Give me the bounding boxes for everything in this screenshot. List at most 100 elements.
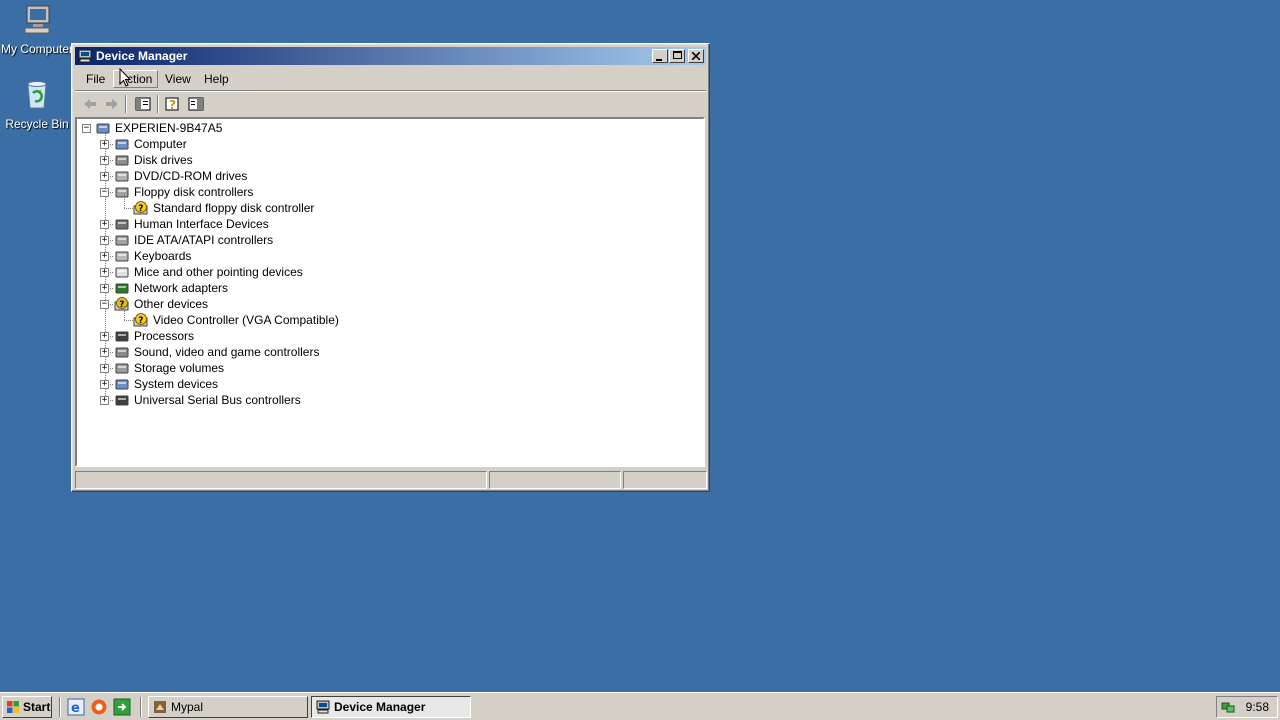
system-tray: 9:58 (1216, 696, 1278, 718)
maximize-button[interactable] (669, 49, 685, 63)
tree-item-label: Network adapters (134, 281, 229, 295)
expand-icon[interactable]: + (100, 364, 109, 373)
back-arrow-icon[interactable] (80, 95, 100, 113)
close-button[interactable] (688, 49, 704, 63)
warning-device-icon: ? (133, 313, 148, 327)
expand-icon[interactable]: + (100, 140, 109, 149)
tree-child-item[interactable]: ? Video Controller (VGA Compatible) (77, 312, 697, 328)
tree-item-label: Sound, video and game controllers (134, 345, 320, 359)
task-button-mypal[interactable]: Mypal (148, 696, 308, 718)
device-manager-icon (78, 49, 92, 63)
tree-item[interactable]: + Network adapters (77, 280, 697, 296)
expand-icon[interactable]: + (100, 284, 109, 293)
task-label: Mypal (171, 700, 204, 714)
mypal-browser-icon[interactable] (90, 698, 108, 716)
tree-item[interactable]: + Keyboards (77, 248, 697, 264)
sound-icon (115, 347, 129, 358)
svg-text:e: e (71, 701, 80, 716)
tree-item[interactable]: + DVD/CD-ROM drives (77, 168, 697, 184)
tree-connector (124, 320, 133, 321)
collapse-icon[interactable]: − (100, 300, 109, 309)
tree-item-label: DVD/CD-ROM drives (134, 169, 248, 183)
desktop-icon-label: My Computer (0, 42, 74, 56)
desktop-icon-my-computer[interactable]: My Computer (0, 3, 74, 56)
svg-text:?: ? (138, 204, 143, 214)
tree-connector (124, 306, 125, 320)
tree-root-label: EXPERIEN-9B47A5 (115, 121, 223, 135)
taskbar-separator (59, 697, 61, 717)
keyboard-icon (115, 251, 129, 262)
menu-help[interactable]: Help (198, 70, 235, 88)
show-hide-tree-icon[interactable] (133, 95, 153, 113)
tree-item[interactable]: + Disk drives (77, 152, 697, 168)
desktop-icon-label: Recycle Bin (5, 117, 69, 131)
tree-item[interactable]: + Computer (77, 136, 697, 152)
forward-arrow-icon[interactable] (102, 95, 122, 113)
tree-child-item[interactable]: ? Standard floppy disk controller (77, 200, 697, 216)
tree-item[interactable]: + Mice and other pointing devices (77, 264, 697, 280)
mouse-cursor-icon (119, 68, 131, 87)
title-bar[interactable]: Device Manager (75, 47, 706, 65)
expand-icon[interactable]: + (100, 332, 109, 341)
maximize-icon (672, 51, 682, 59)
device-tree[interactable]: − EXPERIEN-9B47A5 + Computer + Disk drives + DV… (75, 117, 705, 467)
menu-file[interactable]: File (80, 70, 111, 88)
network-tray-icon[interactable] (1221, 700, 1235, 714)
status-panel (75, 471, 487, 489)
clock[interactable]: 9:58 (1246, 697, 1269, 717)
tree-item[interactable]: + Sound, video and game controllers (77, 344, 697, 360)
properties-icon[interactable] (186, 95, 206, 113)
status-panel (623, 471, 707, 489)
taskbar: Start e Mypal Device Manager 9:58 (0, 692, 1280, 720)
tree-item-label: Processors (134, 329, 195, 343)
tree-item-label: Universal Serial Bus controllers (134, 393, 301, 407)
usb-icon (115, 395, 129, 406)
expand-icon[interactable]: + (100, 156, 109, 165)
device-manager-icon (316, 700, 330, 714)
warning-device-icon: ? (133, 201, 148, 215)
expand-icon[interactable]: + (100, 348, 109, 357)
show-desktop-icon[interactable] (113, 698, 131, 716)
tree-item-label: Storage volumes (134, 361, 225, 375)
tree-item[interactable]: + Processors (77, 328, 697, 344)
taskbar-separator (140, 697, 142, 717)
svg-text:?: ? (169, 98, 176, 112)
mypal-window-icon (154, 701, 166, 713)
floppy-controller-icon (115, 187, 129, 198)
status-bar (75, 471, 707, 489)
processor-icon (115, 331, 129, 342)
network-adapter-icon (115, 283, 129, 294)
expand-icon[interactable]: + (100, 172, 109, 181)
expand-icon[interactable]: + (100, 220, 109, 229)
tree-item[interactable]: −? Other devices (77, 296, 697, 312)
collapse-icon[interactable]: − (100, 188, 109, 197)
tree-root[interactable]: − EXPERIEN-9B47A5 (77, 120, 697, 136)
tree-item[interactable]: − Floppy disk controllers (77, 184, 697, 200)
expand-icon[interactable]: + (100, 380, 109, 389)
task-button-device-manager[interactable]: Device Manager (311, 696, 471, 718)
tree-item[interactable]: + Human Interface Devices (77, 216, 697, 232)
menu-bar: File Action View Help (75, 67, 706, 89)
tree-item[interactable]: + Universal Serial Bus controllers (77, 392, 697, 408)
window-title: Device Manager (96, 49, 188, 63)
expand-icon[interactable]: + (100, 268, 109, 277)
help-icon[interactable]: ? (163, 95, 183, 113)
svg-text:?: ? (138, 316, 143, 326)
minimize-button[interactable] (652, 49, 668, 63)
desktop-icon-recycle-bin[interactable]: Recycle Bin (0, 78, 74, 131)
tree-item[interactable]: + Storage volumes (77, 360, 697, 376)
expand-icon[interactable]: + (100, 396, 109, 405)
tree-item[interactable]: + System devices (77, 376, 697, 392)
internet-explorer-icon[interactable]: e (67, 698, 85, 716)
tree-item-label: Other devices (134, 297, 209, 311)
menu-view[interactable]: View (159, 70, 197, 88)
expand-icon[interactable]: + (100, 252, 109, 261)
windows-logo-icon (7, 701, 19, 713)
close-icon (691, 51, 701, 61)
tree-item-label: Keyboards (134, 249, 192, 263)
expand-icon[interactable]: + (100, 236, 109, 245)
collapse-icon[interactable]: − (82, 124, 91, 133)
toolbar: ? (75, 91, 706, 116)
tree-item[interactable]: + IDE ATA/ATAPI controllers (77, 232, 697, 248)
start-button[interactable]: Start (2, 696, 52, 718)
